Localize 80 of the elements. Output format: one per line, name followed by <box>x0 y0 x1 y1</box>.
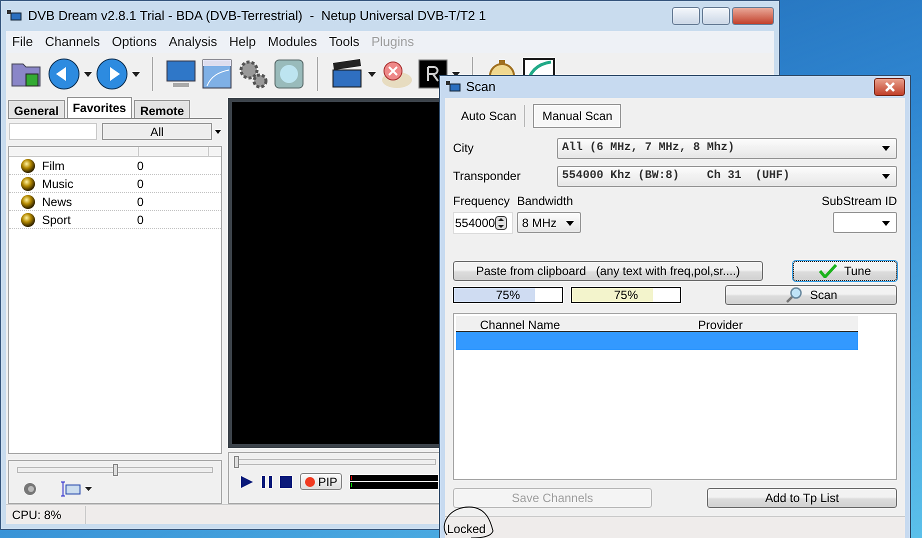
caret-icon[interactable] <box>84 72 92 76</box>
favorite-count: 0 <box>137 158 144 174</box>
window-title: DVB Dream v2.8.1 Trial - BDA (DVB-Terrestrial) - Netup Universal DVB-T/T2 1 <box>28 7 486 26</box>
pause-icon[interactable] <box>260 476 272 488</box>
record-icon <box>305 476 316 486</box>
menu-item[interactable]: File <box>6 32 39 52</box>
favorite-name[interactable]: Sport <box>42 210 137 228</box>
group-dropdown[interactable]: All <box>102 123 212 140</box>
bandwidth-dropdown[interactable]: 8 MHz <box>517 212 581 233</box>
side-tab[interactable]: Favorites <box>66 97 132 118</box>
search-field[interactable] <box>9 123 97 140</box>
ball-icon <box>21 194 35 208</box>
caret-icon[interactable] <box>368 72 376 76</box>
frequency-label: Frequency <box>453 193 511 210</box>
maximize-button[interactable] <box>702 7 730 25</box>
slider-thumb[interactable] <box>113 464 118 476</box>
favorite-count: 0 <box>137 176 144 192</box>
transponder-label: Transponder <box>453 168 522 185</box>
caret-icon[interactable] <box>215 130 221 134</box>
window-icon[interactable] <box>201 58 233 90</box>
city-label: City <box>453 140 475 157</box>
scan-tab[interactable]: Manual Scan <box>533 104 622 128</box>
ball-icon <box>21 158 35 172</box>
caret-icon[interactable] <box>132 72 140 76</box>
seek-slider[interactable] <box>235 459 436 465</box>
stop-icon[interactable] <box>280 476 292 488</box>
close-icon[interactable] <box>884 82 896 92</box>
slider-thumb[interactable] <box>234 456 239 468</box>
ball-icon <box>21 176 35 190</box>
minimize-button[interactable] <box>672 7 700 25</box>
scan-tab[interactable]: Auto Scan <box>453 105 526 127</box>
subtitle-icon[interactable] <box>61 481 81 497</box>
status-text: Locked <box>447 520 486 538</box>
gears-icon[interactable] <box>237 58 269 90</box>
column-header[interactable]: Provider <box>698 316 743 331</box>
play-icon[interactable] <box>241 476 253 488</box>
menu-item[interactable]: Analysis <box>162 32 224 52</box>
menu-item[interactable]: Help <box>223 32 262 52</box>
checkmark-icon <box>818 264 837 278</box>
tune-button[interactable]: Tune <box>793 261 897 281</box>
search-icon <box>784 287 803 303</box>
glass-square-icon[interactable] <box>273 58 305 90</box>
ball-icon <box>21 212 35 226</box>
app-icon <box>445 80 461 94</box>
pip-button[interactable]: PIP <box>300 473 342 490</box>
add-to-tp-list-button[interactable]: Add to Tp List <box>707 488 897 508</box>
favorite-count: 0 <box>137 212 144 228</box>
city-dropdown[interactable]: All (6 MHz, 7 MHz, 8 Mhz) <box>557 138 897 158</box>
favorite-name[interactable]: Film <box>42 156 137 174</box>
menu-item[interactable]: Channels <box>38 32 106 52</box>
monitor-icon[interactable] <box>165 58 197 90</box>
favorite-name[interactable]: Music <box>42 174 137 192</box>
substream-label: SubStream ID <box>822 193 897 210</box>
column-header[interactable]: Channel Name <box>480 316 560 331</box>
substream-dropdown[interactable] <box>833 212 897 233</box>
forward-icon[interactable] <box>96 58 128 90</box>
dialog-title: Scan <box>466 78 496 96</box>
cpu-status: CPU: 8% <box>6 506 86 524</box>
close-button[interactable] <box>874 78 905 96</box>
menu-item[interactable]: Modules <box>262 32 324 52</box>
caret-icon[interactable] <box>85 487 92 491</box>
meter-reading: 75% <box>494 288 522 302</box>
back-icon[interactable] <box>48 58 80 90</box>
side-tab[interactable]: General <box>8 100 65 118</box>
transponder-dropdown[interactable]: 554000 Khz (BW:8) Ch 31 (UHF) <box>557 166 897 186</box>
menu-item[interactable]: Options <box>106 32 163 52</box>
speaker-icon[interactable] <box>23 482 37 496</box>
menu-item[interactable]: Tools <box>323 32 366 52</box>
side-tab[interactable]: Remote <box>134 100 190 118</box>
paste-button[interactable]: Paste from clipboard (any text with freq,pol,sr....) <box>453 261 763 281</box>
frequency-spinner[interactable]: 554000 <box>453 212 513 234</box>
clapperboard-icon[interactable] <box>330 58 364 90</box>
app-icon <box>6 9 22 23</box>
favorite-count: 0 <box>137 194 144 210</box>
meter-reading: 75% <box>612 288 640 302</box>
scan-button[interactable]: Scan <box>725 285 897 305</box>
spin-arrows-icon[interactable] <box>495 216 508 230</box>
volume-slider[interactable] <box>17 467 213 473</box>
bandwidth-label: Bandwidth <box>517 193 574 210</box>
favorite-name[interactable]: News <box>42 192 137 210</box>
